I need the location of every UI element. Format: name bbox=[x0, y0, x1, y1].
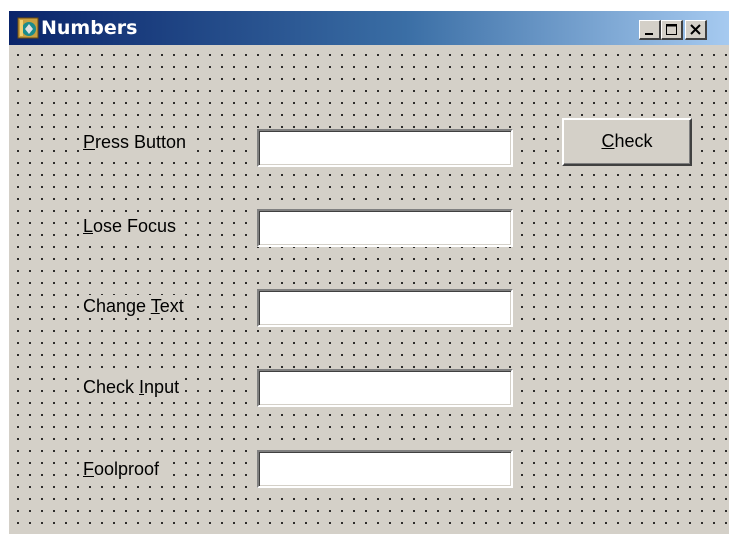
check-input-label: Check Input bbox=[79, 376, 184, 398]
window-title: Numbers bbox=[41, 17, 138, 39]
change-text-field[interactable] bbox=[257, 289, 513, 327]
foolproof-field[interactable] bbox=[257, 450, 513, 488]
minimize-icon bbox=[645, 33, 653, 35]
change-text-label: Change Text bbox=[79, 295, 188, 317]
close-icon bbox=[690, 24, 701, 35]
maximize-button[interactable] bbox=[661, 20, 683, 40]
app-icon bbox=[17, 17, 39, 39]
lose-focus-field[interactable] bbox=[257, 209, 513, 247]
check-input-field[interactable] bbox=[257, 369, 513, 407]
close-button[interactable] bbox=[685, 20, 707, 40]
press-button-field[interactable] bbox=[257, 129, 513, 167]
title-bar[interactable]: Numbers bbox=[9, 11, 729, 45]
check-button[interactable]: Check bbox=[562, 118, 692, 166]
minimize-button[interactable] bbox=[639, 20, 661, 40]
press-button-label: Press Button bbox=[79, 131, 191, 153]
foolproof-label: Foolproof bbox=[79, 458, 164, 480]
numbers-window: Numbers Press Button Lose Focus Change T… bbox=[8, 10, 729, 534]
form-client-area: Press Button Lose Focus Change Text Chec… bbox=[9, 45, 729, 534]
lose-focus-label: Lose Focus bbox=[79, 215, 181, 237]
maximize-icon bbox=[666, 24, 677, 35]
